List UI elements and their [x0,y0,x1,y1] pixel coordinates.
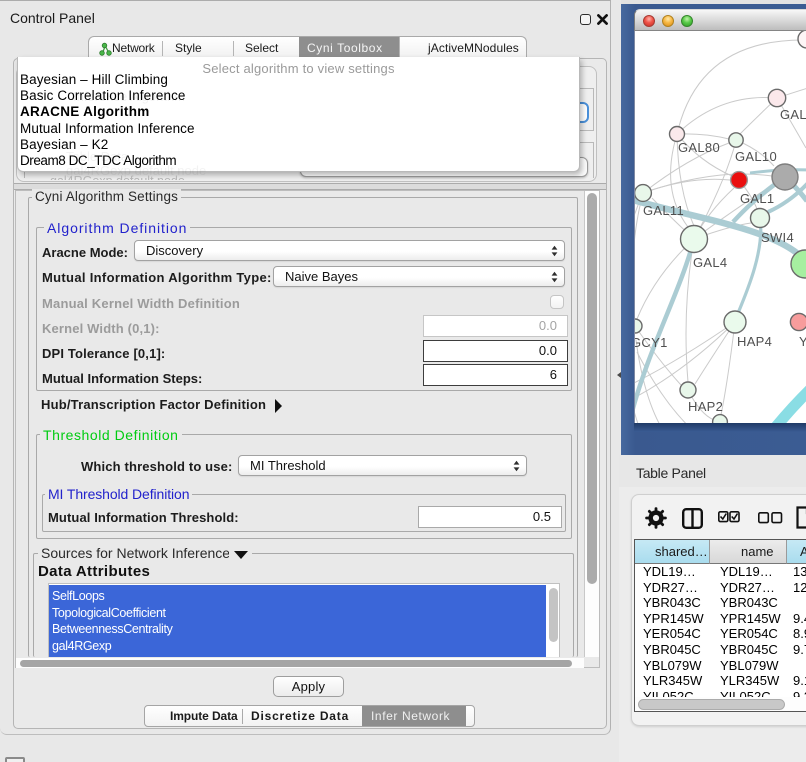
svg-text:GAL11: GAL11 [643,203,684,218]
svg-text:GAL80: GAL80 [678,140,720,155]
svg-text:HAP4: HAP4 [737,334,772,349]
svg-text:GAL4: GAL4 [693,255,727,270]
svg-text:SWI4: SWI4 [761,230,794,245]
svg-text:GAL10: GAL10 [735,149,777,164]
svg-text:GAL1: GAL1 [740,191,774,206]
svg-text:Y: Y [799,334,806,349]
svg-text:HAP2: HAP2 [688,399,723,414]
svg-text:GAL7: GAL7 [780,107,806,122]
svg-text:GCY1: GCY1 [635,335,668,350]
